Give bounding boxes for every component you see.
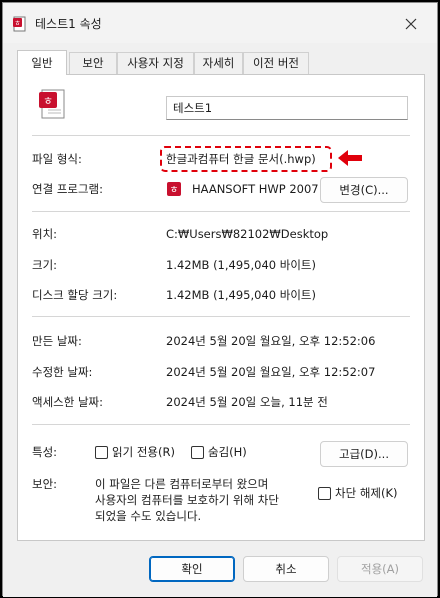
- readonly-checkbox[interactable]: 읽기 전용(R): [95, 444, 175, 460]
- document-icon: ㅎ: [13, 16, 26, 32]
- unblock-checkbox-label: 차단 해제(K): [335, 486, 398, 500]
- security-message-line: 이 파일은 다른 컴퓨터로부터 왔으며: [95, 477, 269, 491]
- separator: [32, 316, 410, 317]
- file-name-input[interactable]: [166, 96, 408, 120]
- ok-button[interactable]: 확인: [149, 556, 235, 582]
- size-on-disk-label: 디스크 할당 크기:: [32, 288, 118, 302]
- advanced-button[interactable]: 고급(D)...: [320, 441, 408, 467]
- properties-window: ㅎ 테스트1 속성 일반 보안 사용자 지정 자세히 이전 버전 ㅎ 파일 형식…: [2, 2, 438, 597]
- tab-strip: 일반 보안 사용자 지정 자세히 이전 버전: [17, 50, 425, 75]
- tab-security[interactable]: 보안: [69, 52, 117, 74]
- hwp-file-icon: ㅎ: [39, 89, 65, 119]
- tab-custom[interactable]: 사용자 지정: [117, 52, 194, 74]
- security-message-line: 사용자의 컴퓨터를 보호하기 위해 차단: [95, 493, 279, 507]
- created-value: 2024년 5월 20일 월요일, 오후 12:52:06: [166, 334, 376, 348]
- readonly-checkbox-label: 읽기 전용(R): [112, 445, 175, 459]
- unblock-checkbox[interactable]: 차단 해제(K): [318, 485, 398, 501]
- modified-label: 수정한 날짜:: [32, 365, 93, 379]
- checkbox-box[interactable]: [95, 445, 108, 459]
- tab-general[interactable]: 일반: [17, 50, 67, 75]
- size-on-disk-value: 1.42MB (1,495,040 바이트): [166, 288, 316, 302]
- created-label: 만든 날짜:: [32, 334, 82, 348]
- svg-text:ㅎ: ㅎ: [43, 95, 53, 108]
- file-type-label: 파일 형식:: [32, 152, 82, 166]
- hidden-checkbox-label: 숨김(H): [208, 445, 247, 459]
- security-message-line: 되었을 수도 있습니다.: [95, 509, 202, 523]
- close-button[interactable]: [399, 13, 423, 35]
- location-value: C:₩Users₩82102₩Desktop: [166, 227, 329, 241]
- attributes-label: 특성:: [32, 445, 58, 459]
- open-with-label: 연결 프로그램:: [32, 182, 104, 196]
- annotation-arrow-icon: [338, 150, 362, 166]
- annotation-highlight-box: [160, 146, 332, 172]
- window-title: 테스트1 속성: [35, 17, 102, 31]
- title-bar: ㅎ 테스트1 속성: [3, 3, 437, 43]
- modified-value: 2024년 5월 20일 월요일, 오후 12:52:07: [166, 365, 376, 379]
- cancel-button[interactable]: 취소: [243, 556, 329, 582]
- close-icon: [405, 18, 417, 30]
- size-label: 크기:: [32, 258, 58, 272]
- security-message: 이 파일은 다른 컴퓨터로부터 왔으며 사용자의 컴퓨터를 보호하기 위해 차단…: [95, 476, 325, 524]
- accessed-label: 액세스한 날짜:: [32, 395, 104, 409]
- tab-previous-versions[interactable]: 이전 버전: [243, 52, 309, 74]
- security-label: 보안:: [32, 477, 58, 491]
- dialog-footer: 확인 취소 적용(A): [3, 543, 437, 597]
- change-button[interactable]: 변경(C)...: [320, 177, 408, 203]
- separator: [32, 424, 410, 425]
- separator: [32, 211, 410, 212]
- checkbox-box[interactable]: [318, 486, 331, 500]
- apply-button[interactable]: 적용(A): [337, 556, 423, 582]
- open-with-value: HAANSOFT HWP 2007: [192, 182, 319, 196]
- accessed-value: 2024년 5월 20일 오늘, 11분 전: [166, 395, 328, 409]
- general-tab-panel: ㅎ 파일 형식: 한글과컴퓨터 한글 문서(.hwp) 연결 프로그램: ㅎ H…: [17, 74, 425, 541]
- separator: [32, 135, 410, 136]
- location-label: 위치:: [32, 227, 58, 241]
- svg-text:ㅎ: ㅎ: [14, 20, 20, 28]
- tab-details[interactable]: 자세히: [194, 52, 243, 74]
- hidden-checkbox[interactable]: 숨김(H): [191, 444, 247, 460]
- checkbox-box[interactable]: [191, 445, 204, 459]
- hwp-app-icon: ㅎ: [167, 182, 181, 196]
- size-value: 1.42MB (1,495,040 바이트): [166, 258, 316, 272]
- svg-text:ㅎ: ㅎ: [169, 185, 178, 196]
